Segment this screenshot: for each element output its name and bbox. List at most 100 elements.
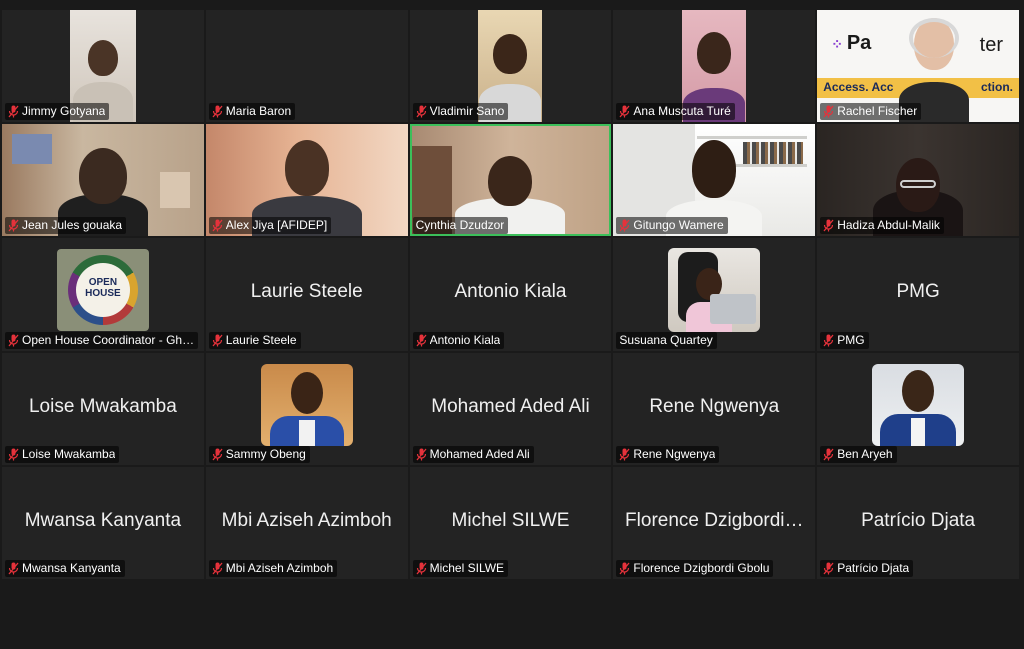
participant-name: Hadiza Abdul-Malik: [837, 218, 940, 233]
mic-muted-icon: [8, 219, 19, 232]
participant-tile[interactable]: Mohamed Aded Ali Mohamed Aded Ali: [409, 352, 612, 465]
name-label: Susuana Quartey: [616, 331, 717, 349]
display-name: Patrício Djata: [861, 509, 976, 531]
participant-name: Cynthia Dzudzor: [415, 218, 505, 233]
participant-tile[interactable]: Sammy Obeng: [205, 352, 408, 465]
display-name: Michel SILWE: [451, 509, 570, 531]
participant-name: Alex Jiya [AFIDEP]: [225, 218, 328, 233]
display-name: Mohamed Aded Ali: [431, 395, 590, 417]
banner-brand-suffix: ter: [979, 34, 1003, 56]
participant-tile[interactable]: Susuana Quartey: [613, 238, 816, 351]
participant-tile[interactable]: Ben Aryeh: [817, 352, 1019, 465]
participant-name: Mwansa Kanyanta: [22, 560, 121, 575]
mic-muted-icon: [416, 448, 427, 461]
mic-muted-icon: [823, 448, 834, 461]
participant-name: Maria Baron: [225, 104, 292, 119]
participant-tile[interactable]: Maria Baron: [205, 10, 408, 123]
participant-name: Mbi Aziseh Azimboh: [225, 560, 334, 575]
display-name: Rene Ngwenya: [649, 395, 780, 417]
name-label: Mbi Aziseh Azimboh: [208, 559, 338, 577]
mic-muted-icon: [823, 219, 834, 232]
participant-name: Ben Aryeh: [837, 446, 893, 461]
mic-muted-icon: [416, 334, 427, 347]
name-label: Mwansa Kanyanta: [5, 559, 125, 577]
participant-tile-active-speaker[interactable]: Cynthia Dzudzor: [409, 124, 612, 237]
open-house-logo: OPEN HOUSE: [75, 263, 130, 318]
name-label: Laurie Steele: [208, 331, 301, 349]
participant-tile[interactable]: Laurie Steele Laurie Steele: [205, 238, 408, 351]
name-label: Jimmy Gotyana: [5, 103, 110, 121]
participant-name: PMG: [837, 332, 865, 347]
participant-name: Laurie Steele: [225, 332, 297, 347]
banner-brand: ⁘ Pa: [831, 32, 872, 54]
participant-name: Rene Ngwenya: [633, 446, 716, 461]
participant-tile[interactable]: Hadiza Abdul-Malik: [817, 124, 1019, 237]
mic-muted-icon: [212, 448, 223, 461]
name-label: Antonio Kiala: [412, 331, 505, 349]
gallery-grid: Jimmy Gotyana Maria Baron Vladimir Sano: [2, 10, 1021, 581]
participant-tile[interactable]: Mwansa Kanyanta Mwansa Kanyanta: [2, 466, 204, 579]
mic-muted-icon: [823, 334, 834, 347]
laptop-icon: [710, 294, 757, 325]
name-label: Jean Jules gouaka: [5, 217, 127, 235]
participant-name: Open House Coordinator - Gh…: [22, 332, 195, 347]
mic-muted-icon: [823, 105, 834, 118]
mic-muted-icon: [212, 334, 223, 347]
name-label: Ana Muscuta Turé: [616, 103, 735, 121]
profile-avatar: OPEN HOUSE: [56, 249, 149, 332]
name-label: Cynthia Dzudzor: [412, 217, 509, 235]
participant-tile[interactable]: Florence Dzigbordi… Florence Dzigbordi G…: [613, 466, 816, 579]
mic-muted-icon: [212, 562, 223, 575]
participant-tile[interactable]: Loise Mwakamba Loise Mwakamba: [2, 352, 204, 465]
participant-name: Michel SILWE: [429, 560, 505, 575]
participant-tile[interactable]: Jimmy Gotyana: [2, 10, 204, 123]
mic-muted-icon: [212, 219, 223, 232]
name-label: Rene Ngwenya: [616, 445, 720, 463]
profile-avatar: [260, 363, 353, 446]
participant-name: Antonio Kiala: [429, 332, 501, 347]
participant-tile[interactable]: Ana Muscuta Turé: [613, 10, 816, 123]
participant-tile[interactable]: Mbi Aziseh Azimboh Mbi Aziseh Azimboh: [205, 466, 408, 579]
participant-tile[interactable]: Gitungo Wamere: [613, 124, 816, 237]
mic-muted-icon: [823, 562, 834, 575]
participant-name: Susuana Quartey: [619, 332, 713, 347]
participant-tile[interactable]: Vladimir Sano: [409, 10, 612, 123]
participant-tile[interactable]: Patrício Djata Patrício Djata: [817, 466, 1019, 579]
participant-name: Vladimir Sano: [429, 104, 505, 119]
name-label: Open House Coordinator - Gh…: [5, 331, 199, 349]
participant-tile[interactable]: Michel SILWE Michel SILWE: [409, 466, 612, 579]
participant-tile[interactable]: PMG PMG: [817, 238, 1019, 351]
participant-name: Jimmy Gotyana: [22, 104, 106, 119]
display-name: Loise Mwakamba: [28, 395, 177, 417]
mic-muted-icon: [619, 105, 630, 118]
participant-tile[interactable]: OPEN HOUSE Open House Coordinator - Gh…: [2, 238, 204, 351]
name-label: Vladimir Sano: [412, 103, 509, 121]
mic-muted-icon: [212, 105, 223, 118]
participant-tile[interactable]: Alex Jiya [AFIDEP]: [205, 124, 408, 237]
display-name: Florence Dzigbordi…: [625, 509, 804, 531]
participant-tile[interactable]: Antonio Kiala Antonio Kiala: [409, 238, 612, 351]
banner-tagline: Access. Acc: [823, 80, 894, 94]
display-name: PMG: [896, 281, 940, 303]
profile-avatar: [872, 363, 965, 446]
name-label: Maria Baron: [208, 103, 296, 121]
participant-tile[interactable]: Rene Ngwenya Rene Ngwenya: [613, 352, 816, 465]
name-label: Mohamed Aded Ali: [412, 445, 534, 463]
mic-muted-icon: [8, 562, 19, 575]
mic-muted-icon: [8, 334, 19, 347]
participant-tile[interactable]: ⁘ Pa ter Access. Acc ction. Rachel Fisch…: [817, 10, 1019, 123]
mic-muted-icon: [619, 562, 630, 575]
participant-name: Florence Dzigbordi Gbolu: [633, 560, 770, 575]
name-label: Rachel Fischer: [820, 103, 922, 121]
name-label: Alex Jiya [AFIDEP]: [208, 217, 332, 235]
mic-muted-icon: [416, 562, 427, 575]
display-name: Antonio Kiala: [454, 281, 567, 303]
participant-name: Sammy Obeng: [225, 446, 306, 461]
name-label: PMG: [820, 331, 869, 349]
mic-muted-icon: [619, 219, 630, 232]
mic-muted-icon: [416, 105, 427, 118]
name-label: Ben Aryeh: [820, 445, 897, 463]
name-label: Florence Dzigbordi Gbolu: [616, 559, 774, 577]
participant-tile[interactable]: Jean Jules gouaka: [2, 124, 204, 237]
participant-name: Loise Mwakamba: [22, 446, 116, 461]
